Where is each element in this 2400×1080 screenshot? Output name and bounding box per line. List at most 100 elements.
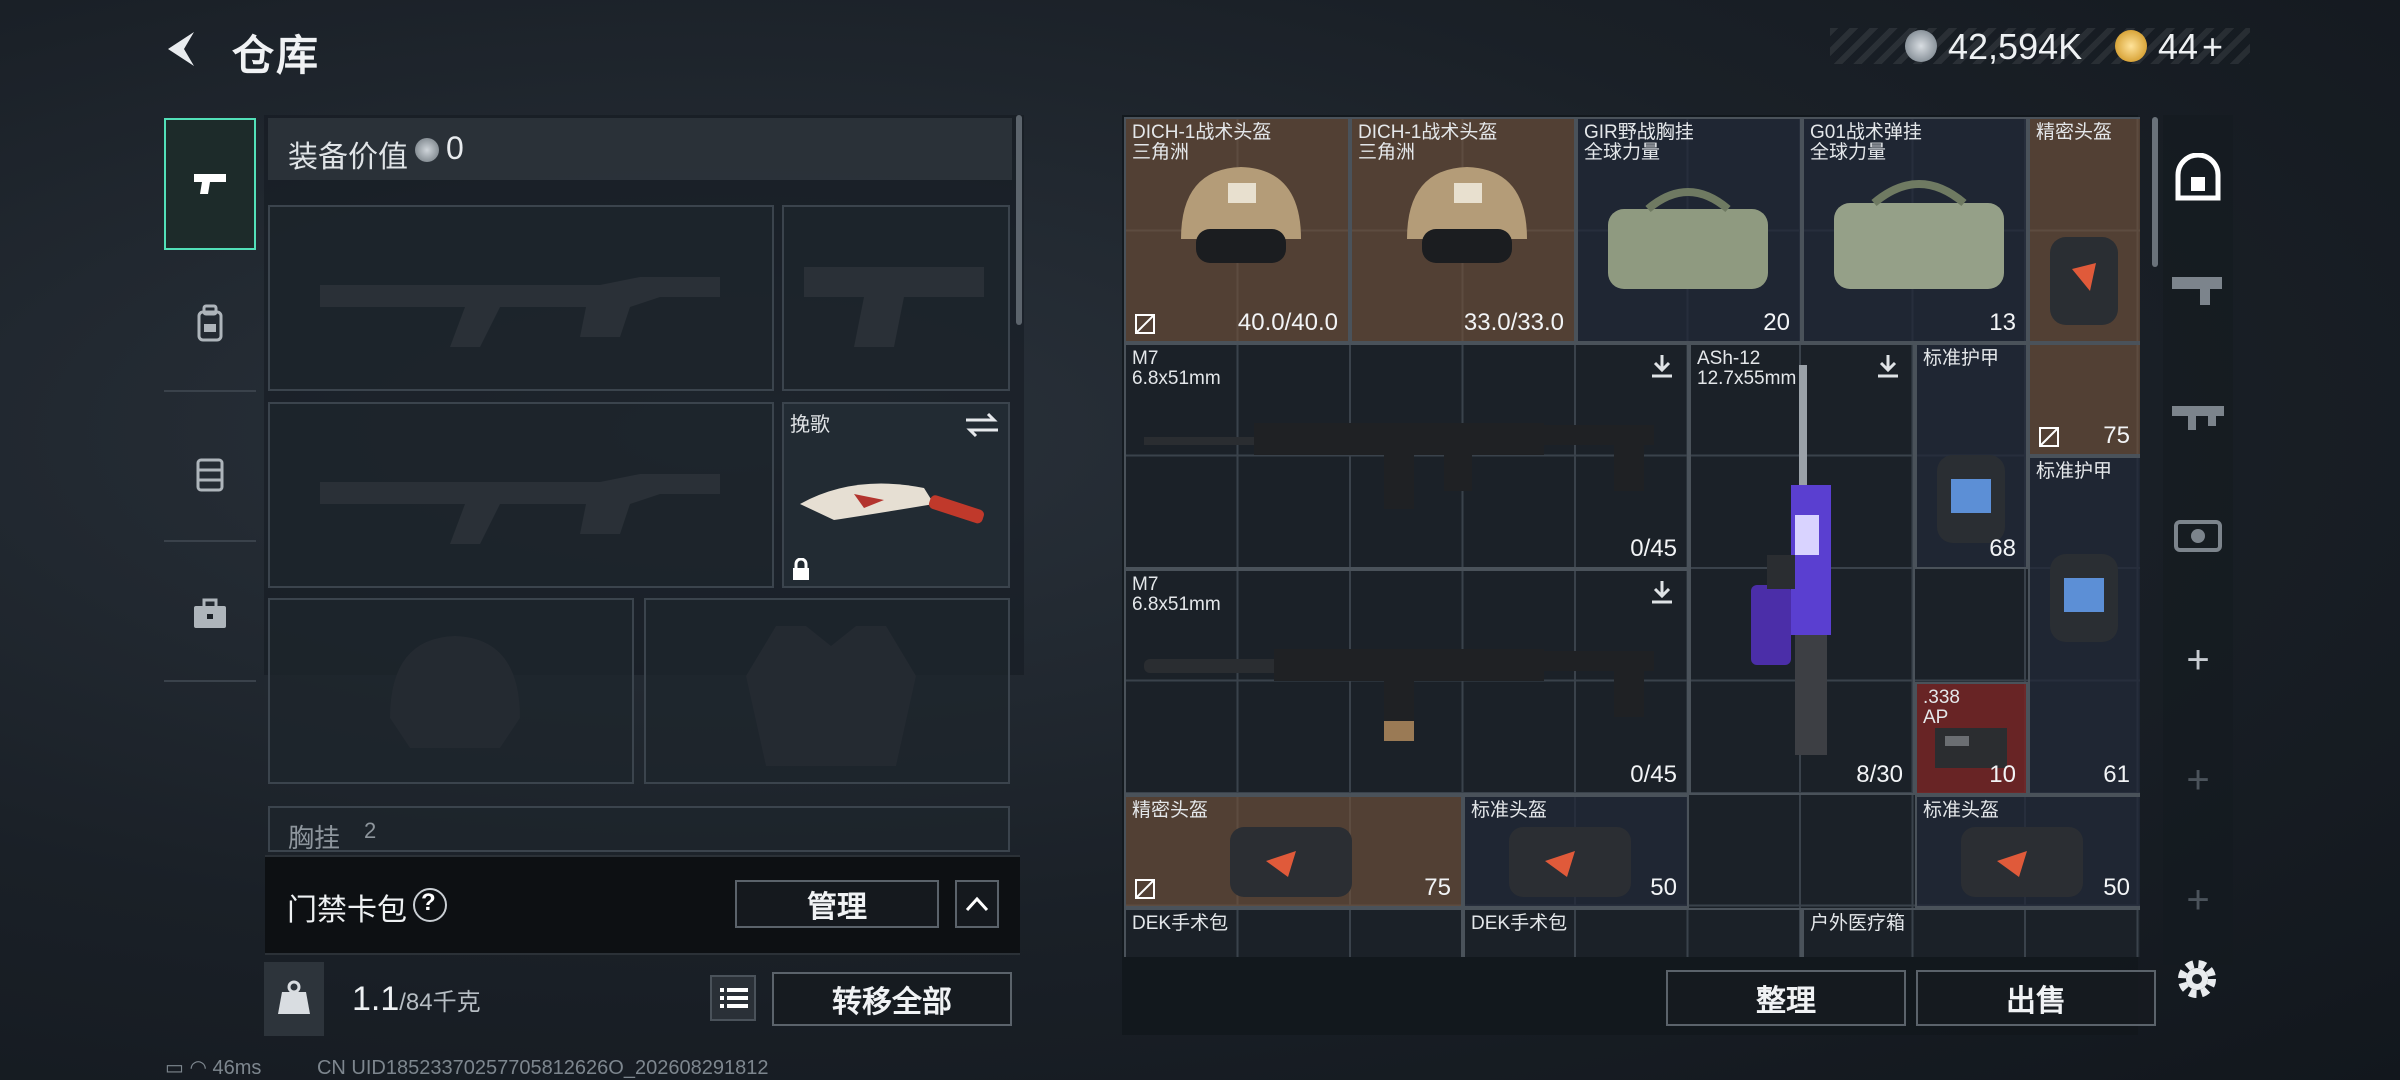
nav-vest-tab[interactable] — [164, 408, 256, 542]
plate-carrier-icon — [2050, 237, 2118, 325]
pistol-silhouette-icon — [804, 267, 984, 347]
storage-item-armor-1[interactable]: 标准护甲 68 — [1915, 343, 2028, 569]
item-name: 标准护甲 — [1923, 348, 2000, 369]
chest-rig-slot[interactable]: 胸挂 2 — [268, 806, 1010, 852]
manage-button[interactable]: 管理 — [735, 880, 939, 928]
primary-weapon-slot[interactable] — [268, 205, 774, 391]
nav-weapon-tab[interactable] — [164, 118, 256, 250]
storage-item-standard-helmet-1[interactable]: 标准头盔 50 — [1463, 795, 1689, 908]
item-ammo: 0/45 — [1630, 535, 1677, 562]
sort-button[interactable]: 整理 — [1666, 970, 1906, 1026]
category-equipment-button[interactable] — [2168, 505, 2228, 565]
pistol-icon — [194, 174, 226, 194]
rifle-silhouette-icon — [320, 277, 720, 347]
storage-item-armor-2[interactable]: 标准护甲 61 — [2028, 456, 2140, 795]
durability-broken-icon — [2039, 427, 2059, 447]
vertical-rifle-icon — [1751, 365, 1831, 755]
sidearm-slot[interactable] — [782, 205, 1010, 391]
helmet-icon — [1407, 167, 1527, 263]
category-all-button[interactable] — [2168, 148, 2228, 208]
kukri-knife-icon — [800, 483, 984, 524]
list-view-button[interactable] — [710, 975, 756, 1021]
help-icon-text: ? — [421, 889, 436, 916]
category-weapon-button[interactable] — [2168, 258, 2228, 318]
storage-item-m7-rifle-1[interactable]: M7 6.8x51mm 0/45 — [1124, 343, 1689, 569]
secondary-weapon-slot[interactable] — [268, 402, 774, 588]
storage-item-medical-box[interactable]: 户外医疗箱 — [1802, 908, 2140, 957]
storage-item-helmet-2[interactable]: DICH-1战术头盔 三角洲 33.0/33.0 — [1350, 117, 1576, 343]
swap-icon[interactable] — [964, 412, 1000, 438]
uid-text: CN UID18523370257705812626O_202608291812 — [316, 1057, 769, 1079]
item-armor-value: 61 — [2103, 761, 2130, 788]
equipment-panel — [264, 115, 1024, 675]
storage-grid: DICH-1战术头盔 三角洲 40.0/40.0 DICH-1战术头盔 三角洲 33… — [1124, 117, 2140, 957]
item-name: 精密头盔 — [2036, 122, 2113, 143]
transfer-all-button[interactable]: 转移全部 — [772, 972, 1012, 1026]
item-ammo: 8/30 — [1856, 761, 1903, 788]
collapse-button[interactable] — [955, 880, 999, 928]
tactical-bag-icon — [1834, 180, 2004, 289]
equipment-nav — [164, 108, 256, 712]
add-category-button-1[interactable]: + — [2168, 630, 2228, 690]
storage-item-precision-helmet-2[interactable]: 精密头盔 75 — [1124, 795, 1463, 908]
armor-slot[interactable] — [644, 598, 1010, 784]
nav-backpack-tab[interactable] — [164, 258, 256, 392]
weight-current: 1.1 — [352, 980, 400, 1018]
item-armor-value: 75 — [1424, 874, 1451, 901]
add-category-button-3[interactable]: + — [2168, 870, 2228, 930]
storage-item-precision-helmet[interactable]: 精密头盔 — [2028, 117, 2140, 343]
rifle-icon — [1144, 423, 1654, 509]
helmet-bag-icon — [1961, 827, 2083, 897]
gear-icon[interactable] — [2172, 954, 2222, 1004]
tactical-bag-icon — [1608, 188, 1768, 289]
chest-rig-count: 2 — [364, 818, 377, 843]
item-durability: 33.0/33.0 — [1463, 309, 1564, 336]
storage-item-surgical-kit-1[interactable]: DEK手术包 — [1124, 908, 1463, 957]
weight-kg-icon — [278, 980, 310, 1014]
melee-slot[interactable]: 挽歌 — [782, 402, 1010, 588]
equipment-scrollbar[interactable] — [1016, 115, 1022, 325]
sell-button[interactable]: 出售 — [1916, 970, 2156, 1026]
helmet-bag-icon — [1509, 827, 1631, 897]
storage-item-ash12-rifle[interactable]: ASh-12 12.7x55mm 8/30 — [1689, 343, 1915, 795]
weight-text: 1.1/84千克 — [352, 980, 481, 1019]
download-icon[interactable] — [1649, 353, 1675, 379]
storage-item-helmet-1[interactable]: DICH-1战术头盔 三角洲 40.0/40.0 — [1124, 117, 1350, 343]
helmet-slot[interactable] — [268, 598, 634, 784]
storage-scrollbar[interactable] — [2152, 117, 2158, 267]
wifi-icon: ◠ — [189, 1057, 207, 1079]
storage-item-m7-rifle-2[interactable]: M7 6.8x51mm 0/45 — [1124, 569, 1689, 795]
back-arrow-icon[interactable] — [160, 26, 206, 72]
storage-item-ammo-rig[interactable]: G01战术弹挂 全球力量 13 — [1802, 117, 2028, 343]
nav-case-tab[interactable] — [164, 548, 256, 682]
storage-item-standard-helmet-2[interactable]: 标准头盔 50 — [1915, 795, 2140, 908]
item-name: G01战术弹挂 全球力量 — [1810, 122, 1922, 163]
item-name: 标准护甲 — [2036, 461, 2113, 482]
storage-item-surgical-kit-2[interactable]: DEK手术包 — [1463, 908, 1802, 957]
download-icon[interactable] — [1649, 579, 1675, 605]
equipment-category-icon — [2174, 520, 2222, 552]
status-line: ▭ ◠ 46ms CN UID18523370257705812626O_202… — [165, 1055, 768, 1080]
storage-item-precision-helmet-durability[interactable]: 75 — [2028, 343, 2140, 456]
storage-item-338-ammo[interactable]: .338 AP 10 — [1915, 682, 2028, 795]
chevron-up-icon — [965, 896, 989, 912]
item-ammo: 0/45 — [1630, 761, 1677, 788]
item-name: GIR野战胸挂 全球力量 — [1584, 122, 1694, 163]
item-armor-value: 75 — [2103, 422, 2130, 449]
item-name: 精密头盔 — [1132, 800, 1209, 821]
silver-coin-icon — [1905, 30, 1937, 62]
ping-value: 46ms — [212, 1057, 262, 1079]
category-rifle-button[interactable] — [2168, 383, 2228, 443]
add-icon: + — [2186, 637, 2210, 682]
add-icon: + — [2186, 757, 2210, 802]
plate-carrier-icon — [1937, 455, 2005, 543]
add-category-button-2[interactable]: + — [2168, 750, 2228, 810]
storage-item-chest-rig[interactable]: GIR野战胸挂 全球力量 20 — [1576, 117, 1802, 343]
page-title: 仓库 — [232, 32, 321, 79]
durability-broken-icon — [1135, 314, 1155, 334]
add-currency-button[interactable]: + — [2202, 26, 2223, 68]
item-capacity: 13 — [1989, 309, 2016, 336]
rifle-icon — [1144, 649, 1654, 741]
helmet-silhouette-icon — [390, 636, 520, 748]
briefcase-icon — [194, 598, 226, 628]
